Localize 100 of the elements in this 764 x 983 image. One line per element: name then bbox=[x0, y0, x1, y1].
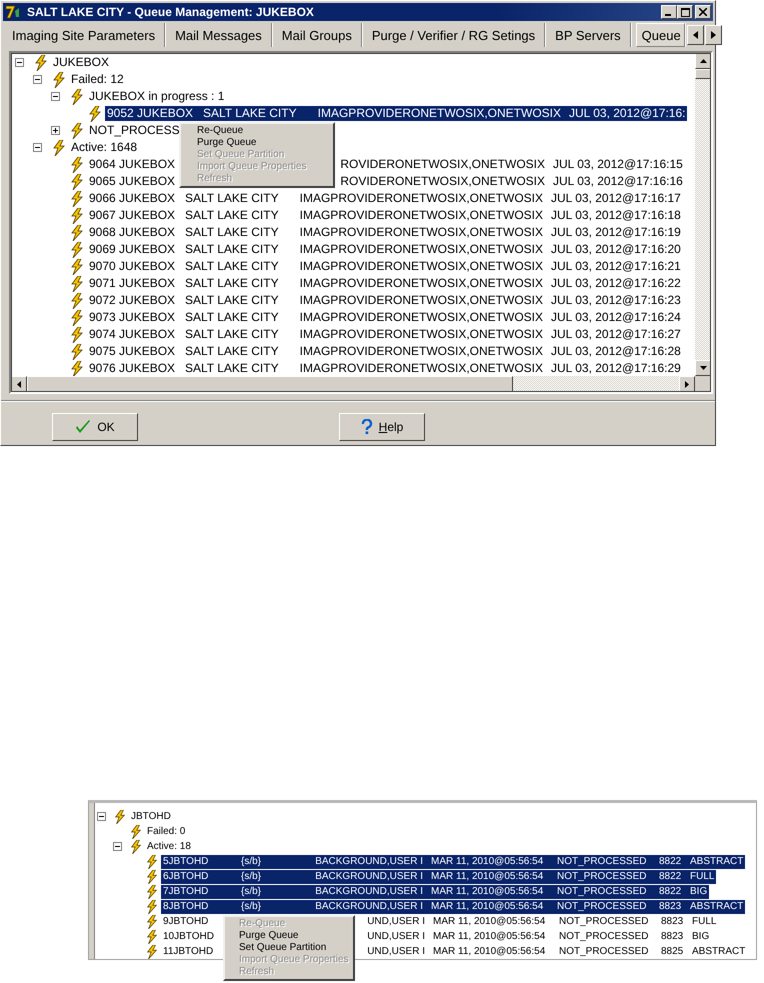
entry-cell: JUL 03, 2012@17:16:20 bbox=[551, 242, 681, 256]
window-title: SALT LAKE CITY - Queue Management: JUKEBOX bbox=[27, 5, 315, 19]
left-arrow-icon bbox=[692, 31, 698, 39]
entry-cell: JUL 03, 2012@17:16:21 bbox=[551, 259, 681, 273]
collapse-icon[interactable] bbox=[33, 75, 42, 84]
tab[interactable]: Queue bbox=[636, 23, 685, 47]
entry-cell: 8823 bbox=[661, 916, 684, 927]
entry-cell: 8823 bbox=[659, 900, 682, 912]
entry-cell: 9072 JUKEBOX bbox=[89, 293, 176, 307]
entry-cell: 9067 JUKEBOX bbox=[89, 208, 176, 222]
tree-node[interactable]: Active: 1648 bbox=[69, 140, 140, 155]
bolt-icon bbox=[87, 106, 103, 122]
queue-entry[interactable]: 5JBTOHD {s/b} BACKGROUND,USER I MAR 11, 2010@05:56:54 NOT_PROCESSED 8822 ABSTRACT bbox=[161, 854, 746, 868]
queue-entry[interactable]: 8JBTOHD {s/b} BACKGROUND,USER I MAR 11, 2010@05:56:54 NOT_PROCESSED 8823 ABSTRACT bbox=[161, 900, 746, 914]
collapse-icon[interactable] bbox=[51, 92, 60, 101]
menu-item[interactable]: Set Queue Partition bbox=[225, 942, 353, 954]
entry-cell: JUL 03, 2012@17:16:17 bbox=[551, 191, 681, 205]
queue-entry[interactable]: 9069 JUKEBOX SALT LAKE CITY IMAGPROVIDERONETWOSIX,ONETWOSIX JUL 03, 2012@17:16:20 bbox=[87, 242, 683, 257]
queue-entry[interactable]: 6JBTOHD {s/b} BACKGROUND,USER I MAR 11, 2010@05:56:54 NOT_PROCESSED 8822 FULL bbox=[161, 870, 716, 884]
minimize-button[interactable] bbox=[661, 5, 677, 19]
checkmark-icon bbox=[75, 420, 92, 434]
tree-node[interactable]: Failed: 0 bbox=[145, 824, 188, 838]
entry-cell: NOT_PROCESSED bbox=[557, 870, 646, 882]
menu-item[interactable]: Re-Queue bbox=[181, 125, 333, 137]
queue-entry[interactable]: 9070 JUKEBOX SALT LAKE CITY IMAGPROVIDERONETWOSIX,ONETWOSIX JUL 03, 2012@17:16:21 bbox=[87, 259, 683, 274]
entry-cell: NOT_PROCESSED bbox=[559, 946, 648, 957]
bolt-icon bbox=[69, 242, 85, 258]
tree-node[interactable]: JUKEBOX in progress : 1 bbox=[87, 89, 226, 104]
entry-cell: 8JBTOHD bbox=[163, 900, 208, 912]
scroll-left-button[interactable] bbox=[686, 25, 704, 45]
help-button[interactable]: Help bbox=[339, 413, 425, 441]
entry-cell: MAR 11, 2010@05:56:54 bbox=[433, 946, 546, 957]
close-button[interactable] bbox=[695, 5, 711, 19]
entry-cell: UND,USER I bbox=[367, 931, 425, 942]
tree-node[interactable]: Failed: 12 bbox=[69, 72, 126, 87]
queue-entry[interactable]: 9073 JUKEBOX SALT LAKE CITY IMAGPROVIDERONETWOSIX,ONETWOSIX JUL 03, 2012@17:16:24 bbox=[87, 310, 683, 325]
expand-icon[interactable] bbox=[51, 126, 60, 135]
collapse-icon[interactable] bbox=[33, 143, 42, 152]
collapse-icon[interactable] bbox=[15, 58, 24, 67]
entry-cell: 9068 JUKEBOX bbox=[89, 225, 176, 239]
scrollbar-thumb[interactable] bbox=[27, 376, 513, 392]
queue-entry[interactable]: 9068 JUKEBOX SALT LAKE CITY IMAGPROVIDERONETWOSIX,ONETWOSIX JUL 03, 2012@17:16:19 bbox=[87, 225, 683, 240]
menu-item[interactable]: Purge Queue bbox=[181, 137, 333, 149]
bolt-icon bbox=[145, 870, 159, 884]
entry-cell: JUL 03, 2012@17:16:29 bbox=[551, 361, 681, 375]
entry-cell: BIG bbox=[692, 931, 710, 942]
entry-cell: 7JBTOHD bbox=[163, 886, 208, 896]
ok-button[interactable]: OK bbox=[52, 413, 138, 441]
queue-entry[interactable]: 9074 JUKEBOX SALT LAKE CITY IMAGPROVIDERONETWOSIX,ONETWOSIX JUL 03, 2012@17:16:27 bbox=[87, 327, 683, 342]
entry-cell: SALT LAKE CITY bbox=[185, 344, 279, 358]
queue-entry[interactable]: 9052 JUKEBOX SALT LAKE CITY IMAGPROVIDERONETWOSIX,ONETWOSIX JUL 03, 2012@17:16: bbox=[105, 106, 688, 121]
bolt-icon bbox=[33, 54, 49, 70]
entry-cell: JUL 03, 2012@17:16:28 bbox=[551, 344, 681, 358]
entry-cell: SALT LAKE CITY bbox=[185, 293, 279, 307]
bolt-icon bbox=[69, 224, 85, 240]
entry-cell: 6JBTOHD bbox=[163, 870, 208, 882]
queue-entry[interactable]: 9076 JUKEBOX SALT LAKE CITY IMAGPROVIDERONETWOSIX,ONETWOSIX JUL 03, 2012@17:16:29 bbox=[87, 361, 683, 376]
close-icon bbox=[699, 8, 707, 16]
entry-cell: MAR 11, 2010@05:56:54 bbox=[431, 900, 544, 912]
collapse-icon[interactable] bbox=[113, 842, 122, 851]
entry-cell: IMAGPROVIDERONETWOSIX,ONETWOSIX bbox=[300, 293, 543, 307]
entry-cell: IMAGPROVIDERONETWOSIX,ONETWOSIX bbox=[300, 327, 543, 341]
entry-cell: FULL bbox=[690, 870, 714, 882]
vertical-scrollbar[interactable] bbox=[695, 53, 711, 376]
queue-entry[interactable]: 7JBTOHD {s/b} BACKGROUND,USER I MAR 11, 2010@05:56:54 NOT_PROCESSED 8822 BIG bbox=[161, 884, 710, 898]
queue-entry[interactable]: 9067 JUKEBOX SALT LAKE CITY IMAGPROVIDERONETWOSIX,ONETWOSIX JUL 03, 2012@17:16:18 bbox=[87, 208, 683, 223]
entry-cell: {s/b} bbox=[241, 870, 262, 882]
entry-cell: 9075 JUKEBOX bbox=[89, 344, 176, 358]
tree-node[interactable]: NOT_PROCESS bbox=[87, 123, 182, 138]
entry-cell: SALT LAKE CITY bbox=[185, 327, 279, 341]
entry-cell: IMAGPROVIDERONETWOSIX,ONETWOSIX bbox=[300, 310, 543, 324]
entry-cell: NOT_PROCESSED bbox=[559, 931, 648, 942]
menu-item[interactable]: Purge Queue bbox=[225, 930, 353, 942]
entry-cell: IMAGPROVIDERONETWOSIX,ONETWOSIX bbox=[300, 344, 543, 358]
tree-node[interactable]: Active: 18 bbox=[145, 840, 193, 854]
queue-entry[interactable]: 9072 JUKEBOX SALT LAKE CITY IMAGPROVIDERONETWOSIX,ONETWOSIX JUL 03, 2012@17:16:23 bbox=[87, 293, 683, 308]
scrollbar-thumb[interactable] bbox=[695, 69, 711, 79]
entry-cell: 9065 JUKEBOX bbox=[89, 174, 176, 188]
collapse-icon[interactable] bbox=[97, 812, 106, 821]
horizontal-scrollbar[interactable] bbox=[11, 376, 695, 392]
bolt-icon bbox=[69, 208, 85, 224]
entry-cell: 5JBTOHD bbox=[163, 856, 208, 866]
queue-entry[interactable]: 9071 JUKEBOX SALT LAKE CITY IMAGPROVIDERONETWOSIX,ONETWOSIX JUL 03, 2012@17:16:22 bbox=[87, 276, 683, 291]
queue-entry[interactable]: 9075 JUKEBOX SALT LAKE CITY IMAGPROVIDERONETWOSIX,ONETWOSIX JUL 03, 2012@17:16:28 bbox=[87, 344, 683, 359]
entry-cell: MAR 11, 2010@05:56:54 bbox=[433, 931, 546, 942]
tree-node[interactable]: JBTOHD bbox=[129, 810, 173, 824]
tree-node[interactable]: JUKEBOX bbox=[51, 55, 112, 70]
scroll-right-button[interactable] bbox=[704, 25, 722, 45]
entry-cell: {s/b} bbox=[241, 856, 262, 866]
entry-cell: ROVIDERONETWOSIX,ONETWOSIX bbox=[340, 157, 545, 171]
queue-entry[interactable]: 9066 JUKEBOX SALT LAKE CITY IMAGPROVIDERONETWOSIX,ONETWOSIX JUL 03, 2012@17:16:17 bbox=[87, 191, 683, 206]
entry-cell: IMAGPROVIDERONETWOSIX,ONETWOSIX bbox=[300, 225, 543, 239]
bolt-icon bbox=[69, 174, 85, 190]
left-arrow-icon bbox=[17, 380, 21, 388]
entry-cell: 9069 JUKEBOX bbox=[89, 242, 176, 256]
entry-cell: SALT LAKE CITY bbox=[185, 225, 279, 239]
entry-cell: 8823 bbox=[661, 931, 684, 942]
maximize-button[interactable] bbox=[677, 5, 693, 19]
entry-cell: 9064 JUKEBOX bbox=[89, 157, 176, 171]
entry-cell: {s/b} bbox=[241, 900, 262, 912]
